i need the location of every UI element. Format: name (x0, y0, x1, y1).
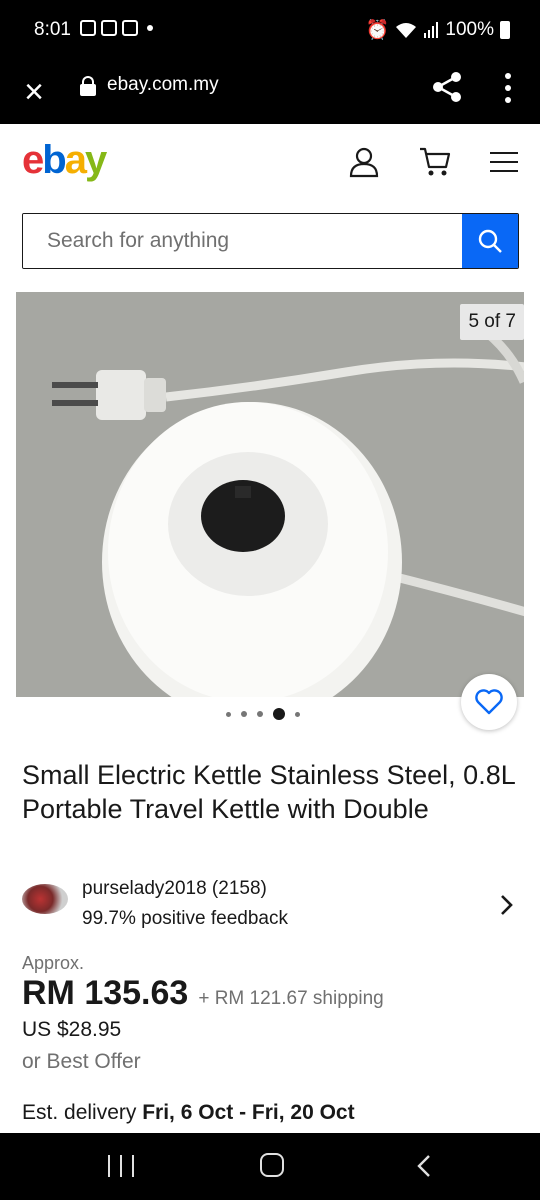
gallery-notification-icon (80, 20, 96, 36)
product-image (16, 292, 524, 697)
status-bar: 8:01 ⏰ 100% (0, 0, 540, 60)
seller-feedback: 99.7% positive feedback (82, 908, 288, 929)
notification-icons (80, 20, 153, 36)
pagination-dot[interactable] (295, 711, 300, 717)
battery-level: 100% (445, 19, 494, 40)
user-account-icon[interactable] (348, 146, 380, 178)
shipping-cost: + RM 121.67 shipping (198, 988, 384, 1009)
search-input[interactable] (23, 214, 463, 268)
status-right: ⏰ 100% (366, 18, 510, 42)
pagination-dot[interactable] (226, 711, 231, 717)
search-icon (478, 229, 502, 253)
estimated-delivery: Est. delivery Fri, 6 Oct - Fri, 20 Oct (22, 1101, 355, 1125)
product-image-gallery[interactable]: 5 of 7 (16, 292, 524, 697)
browser-bar: × ebay.com.my (0, 60, 540, 124)
signal-icon (424, 22, 439, 38)
seller-info[interactable]: purselady2018 (2158) 99.7% positive feed… (22, 874, 522, 938)
price-row: RM 135.63 + RM 121.67 shipping (22, 974, 384, 1013)
ebay-logo[interactable]: ebay (22, 138, 107, 183)
image-counter: 5 of 7 (460, 304, 524, 340)
alarm-icon: ⏰ (365, 20, 390, 41)
status-time: 8:01 (34, 19, 71, 40)
ebay-header: ebay (0, 124, 540, 202)
more-options-icon[interactable] (496, 70, 520, 106)
pagination-dot[interactable] (257, 711, 263, 717)
pagination-dot-active[interactable] (273, 708, 285, 720)
home-icon[interactable] (260, 1153, 284, 1177)
close-icon[interactable]: × (18, 70, 50, 114)
share-icon[interactable] (430, 70, 464, 104)
gallery-pagination-dots (226, 708, 300, 720)
wifi-icon (396, 23, 417, 38)
listing-title: Small Electric Kettle Stainless Steel, 0… (22, 760, 515, 824)
search-button[interactable] (462, 214, 518, 268)
recent-apps-icon[interactable] (108, 1155, 134, 1177)
android-nav-bar (0, 1133, 540, 1200)
hamburger-menu-icon[interactable] (490, 152, 518, 174)
lock-icon (80, 76, 96, 96)
seller-avatar (22, 884, 68, 914)
delivery-label: Est. delivery (22, 1101, 143, 1124)
back-icon[interactable] (414, 1153, 434, 1179)
approx-label: Approx. (22, 953, 85, 973)
price-amount: RM 135.63 (22, 974, 189, 1012)
heart-icon (475, 689, 503, 715)
watchlist-button[interactable] (461, 674, 517, 730)
search-box (22, 213, 519, 269)
url-text[interactable]: ebay.com.my (107, 74, 219, 96)
calendar-notification-icon (122, 20, 138, 36)
battery-icon (500, 21, 510, 39)
delivery-dates: Fri, 6 Oct - Fri, 20 Oct (142, 1101, 355, 1124)
more-notifications-dot-icon (147, 25, 153, 31)
seller-name: purselady2018 (2158) (82, 878, 267, 899)
gmail-notification-icon (101, 20, 117, 36)
pagination-dot[interactable] (241, 711, 247, 717)
chevron-right-icon (501, 895, 513, 915)
best-offer-label: or Best Offer (22, 1050, 141, 1073)
cart-icon[interactable] (418, 146, 452, 178)
usd-price: US $28.95 (22, 1018, 122, 1041)
